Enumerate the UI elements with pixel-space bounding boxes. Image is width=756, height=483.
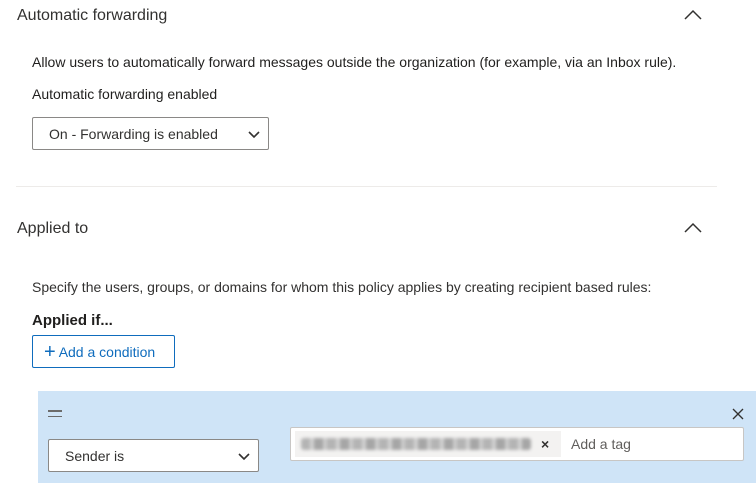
- add-condition-button[interactable]: + Add a condition: [32, 335, 175, 368]
- condition-type-select[interactable]: Sender is: [48, 439, 259, 472]
- automatic-forwarding-enabled-label: Automatic forwarding enabled: [32, 86, 218, 102]
- chevron-down-icon: [238, 448, 250, 464]
- condition-rule-panel: Sender is ×: [38, 391, 756, 483]
- remove-condition-close-icon[interactable]: [732, 407, 744, 425]
- applied-to-header: Applied to: [17, 220, 89, 237]
- automatic-forwarding-description: Allow users to automatically forward mes…: [32, 54, 677, 70]
- redacted-sender-address: [301, 438, 531, 450]
- collapse-automatic-forwarding-chevron-up-icon[interactable]: [683, 9, 703, 23]
- grip-icon[interactable]: [48, 410, 62, 421]
- sender-tag-chip: ×: [295, 431, 561, 457]
- condition-type-value: Sender is: [65, 447, 125, 464]
- section-divider: [16, 186, 717, 187]
- applied-if-label: Applied if...: [32, 312, 113, 329]
- applied-to-description: Specify the users, groups, or domains fo…: [32, 279, 652, 295]
- automatic-forwarding-header: Automatic forwarding: [17, 7, 168, 24]
- add-tag-input[interactable]: [571, 436, 721, 452]
- automatic-forwarding-select-value: On - Forwarding is enabled: [49, 125, 218, 142]
- collapse-applied-to-chevron-up-icon[interactable]: [683, 222, 703, 236]
- add-condition-label: Add a condition: [58, 343, 156, 360]
- remove-tag-close-icon[interactable]: ×: [541, 436, 549, 452]
- automatic-forwarding-select[interactable]: On - Forwarding is enabled: [32, 117, 269, 150]
- tag-picker[interactable]: ×: [290, 427, 744, 461]
- chevron-down-icon: [248, 126, 260, 142]
- plus-icon: +: [44, 340, 56, 363]
